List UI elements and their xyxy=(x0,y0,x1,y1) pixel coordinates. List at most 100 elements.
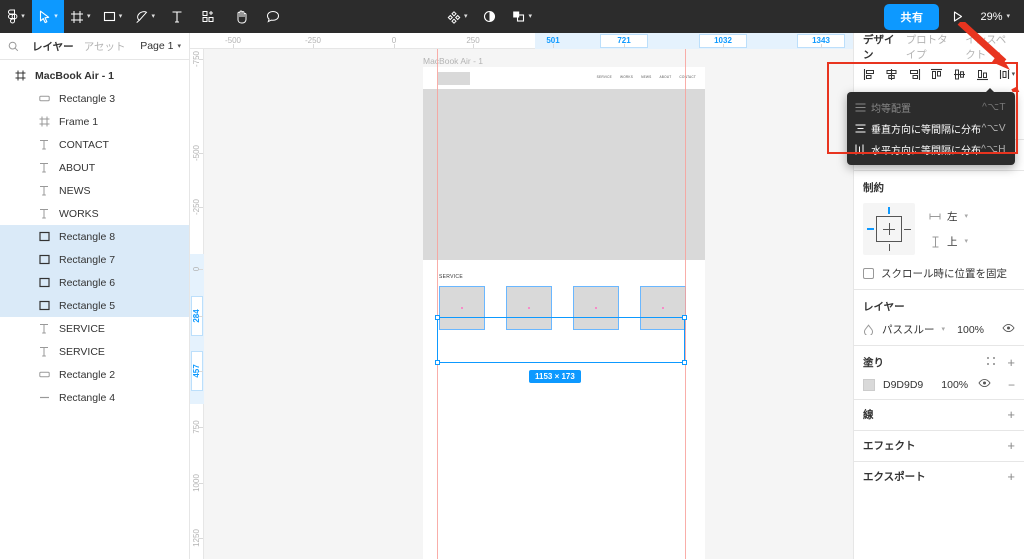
vertical-ruler[interactable]: -750-500-2500284457750100012501500 xyxy=(190,49,204,559)
constraint-handle-top[interactable] xyxy=(888,207,890,214)
layer-row[interactable]: Rectangle 5 xyxy=(0,294,189,317)
add-stroke-button[interactable]: + xyxy=(1007,408,1015,421)
text-tool-button[interactable] xyxy=(161,0,193,33)
multiplayer-button[interactable]: ▾ xyxy=(506,0,539,33)
fill-opacity-value[interactable]: 100% xyxy=(941,379,968,391)
page-selector[interactable]: Page 1 ▾ xyxy=(140,40,181,52)
layer-row[interactable]: NEWS xyxy=(0,179,189,202)
fix-position-row[interactable]: スクロール時に位置を固定 xyxy=(863,266,1015,281)
fix-position-checkbox[interactable] xyxy=(863,268,874,279)
layer-row[interactable]: ABOUT xyxy=(0,156,189,179)
top-toolbar: ▾ ▾ ▾ ▾ ▾ ▾ ▾ 共有 29% ▾ xyxy=(0,0,1024,33)
add-export-button[interactable]: + xyxy=(1007,470,1015,483)
right-panel-tabs: デザイン プロトタイプ インスペクト xyxy=(854,33,1024,61)
constraints-dropdowns: 左 ▾ 上 ▾ xyxy=(929,209,968,249)
layer-opacity-value[interactable]: 100% xyxy=(957,324,984,336)
layer-name: NEWS xyxy=(59,184,91,197)
frame-tool-button[interactable]: ▾ xyxy=(64,0,97,33)
main-menu-button[interactable]: ▾ xyxy=(0,0,32,33)
actions-button[interactable]: ▾ xyxy=(441,0,474,33)
tab-prototype[interactable]: プロトタイプ xyxy=(906,32,957,62)
constraint-handle-left[interactable] xyxy=(867,228,874,230)
zoom-control[interactable]: 29% ▾ xyxy=(976,11,1014,23)
resize-handle-bottom-left[interactable] xyxy=(435,360,440,365)
add-fill-button[interactable]: + xyxy=(1007,356,1015,369)
layer-row[interactable]: CONTACT xyxy=(0,133,189,156)
ruler-tick-label: -500 xyxy=(224,36,242,45)
layer-row[interactable]: Rectangle 7 xyxy=(0,248,189,271)
constraint-handle-right[interactable] xyxy=(904,228,911,230)
layer-row[interactable]: Rectangle 2 xyxy=(0,363,189,386)
artboard-logo-placeholder xyxy=(438,72,470,85)
align-horizontal-center-button[interactable] xyxy=(883,65,901,83)
constraint-vertical-select[interactable]: 上 ▾ xyxy=(929,234,968,249)
frame-name-label[interactable]: MacBook Air - 1 xyxy=(423,56,483,66)
blend-mode-value[interactable]: パススルー xyxy=(882,322,935,337)
shape-tool-button[interactable]: ▾ xyxy=(97,0,129,33)
guide-right xyxy=(685,49,686,559)
layer-row[interactable]: WORKS xyxy=(0,202,189,225)
dev-mode-button[interactable] xyxy=(474,0,506,33)
constraints-widget[interactable] xyxy=(863,203,915,255)
ruler-tick-label: 1032 xyxy=(714,36,732,45)
tab-design[interactable]: デザイン xyxy=(863,32,897,62)
selection-bounding-box[interactable] xyxy=(435,315,687,365)
align-bottom-button[interactable] xyxy=(973,65,991,83)
menu-item-distribute-horizontal[interactable]: 水平方向に等間隔に分布 ^⌥H xyxy=(847,139,1015,160)
export-title: エクスポート xyxy=(863,471,926,483)
distribute-menu-button[interactable]: ▾ xyxy=(996,65,1018,83)
constraints-section: 制約 左 ▾ 上 ▾ スクロール時に位置を固定 xyxy=(854,170,1024,289)
rect-icon xyxy=(36,277,52,288)
present-button[interactable] xyxy=(943,10,972,23)
effects-header: エフェクト + xyxy=(863,438,1015,453)
layer-row[interactable]: Rectangle 8 xyxy=(0,225,189,248)
layer-row[interactable]: Rectangle 4 xyxy=(0,386,189,409)
grid-dots-icon xyxy=(987,357,996,365)
layer-name: WORKS xyxy=(59,207,99,220)
comment-tool-button[interactable] xyxy=(257,0,289,33)
constraint-handle-bottom[interactable] xyxy=(888,244,890,251)
menu-item-label: 垂直方向に等間隔に分布 xyxy=(871,125,981,136)
align-top-button[interactable] xyxy=(928,65,946,83)
layer-row[interactable]: Frame 1 xyxy=(0,110,189,133)
align-left-button[interactable] xyxy=(860,65,878,83)
constraint-horizontal-select[interactable]: 左 ▾ xyxy=(929,209,968,224)
fill-hex-value[interactable]: D9D9D9 xyxy=(883,379,923,391)
tab-inspect[interactable]: インスペクト xyxy=(965,32,1015,62)
toolbar-tools: ▾ ▾ ▾ ▾ ▾ xyxy=(0,0,289,33)
pen-tool-button[interactable]: ▾ xyxy=(129,0,162,33)
align-right-button[interactable] xyxy=(905,65,923,83)
resources-tool-button[interactable] xyxy=(193,0,225,33)
fill-color-swatch[interactable] xyxy=(863,378,875,391)
remove-fill-button[interactable]: − xyxy=(1008,379,1015,391)
resize-handle-bottom-right[interactable] xyxy=(682,360,687,365)
tab-layers[interactable]: レイヤー xyxy=(32,39,74,54)
share-button[interactable]: 共有 xyxy=(884,3,940,30)
tab-assets[interactable]: アセット xyxy=(84,39,126,54)
artboard-macbook-air-1[interactable]: SERVICE WORKS NEWS ABOUT CONTACT SERVICE xyxy=(423,67,705,559)
artboard-nav-item: NEWS xyxy=(641,75,652,79)
eye-icon xyxy=(1002,323,1015,333)
hand-tool-button[interactable] xyxy=(225,0,257,33)
menu-item-distribute-vertical[interactable]: 垂直方向に等間隔に分布 ^⌥V xyxy=(847,118,1015,139)
diamond-icon xyxy=(447,10,461,24)
layer-row[interactable]: Rectangle 6 xyxy=(0,271,189,294)
layer-row[interactable]: SERVICE xyxy=(0,317,189,340)
layer-row[interactable]: SERVICE xyxy=(0,340,189,363)
text-icon xyxy=(172,11,182,23)
resize-handle-top-right[interactable] xyxy=(682,315,687,320)
move-tool-button[interactable]: ▾ xyxy=(32,0,64,33)
horizontal-ruler[interactable]: -500-250025050172110321343165420002250 xyxy=(190,33,1024,49)
search-button[interactable] xyxy=(8,41,22,52)
layer-visibility-toggle[interactable] xyxy=(1002,323,1015,336)
add-effect-button[interactable]: + xyxy=(1007,439,1015,452)
layer-row[interactable]: Rectangle 3 xyxy=(0,87,189,110)
fill-visibility-toggle[interactable] xyxy=(978,378,991,391)
layer-row[interactable]: MacBook Air - 1 xyxy=(0,64,189,87)
align-vertical-center-button[interactable] xyxy=(951,65,969,83)
design-canvas[interactable]: MacBook Air - 1 SERVICE WORKS NEWS ABOUT CON… xyxy=(204,49,853,559)
fill-styles-button[interactable] xyxy=(986,353,996,371)
ruler-tick-label: 1343 xyxy=(812,36,830,45)
resize-handle-top-left[interactable] xyxy=(435,315,440,320)
menu-item-tidy-up[interactable]: 均等配置 ^⌥T xyxy=(847,97,1015,118)
